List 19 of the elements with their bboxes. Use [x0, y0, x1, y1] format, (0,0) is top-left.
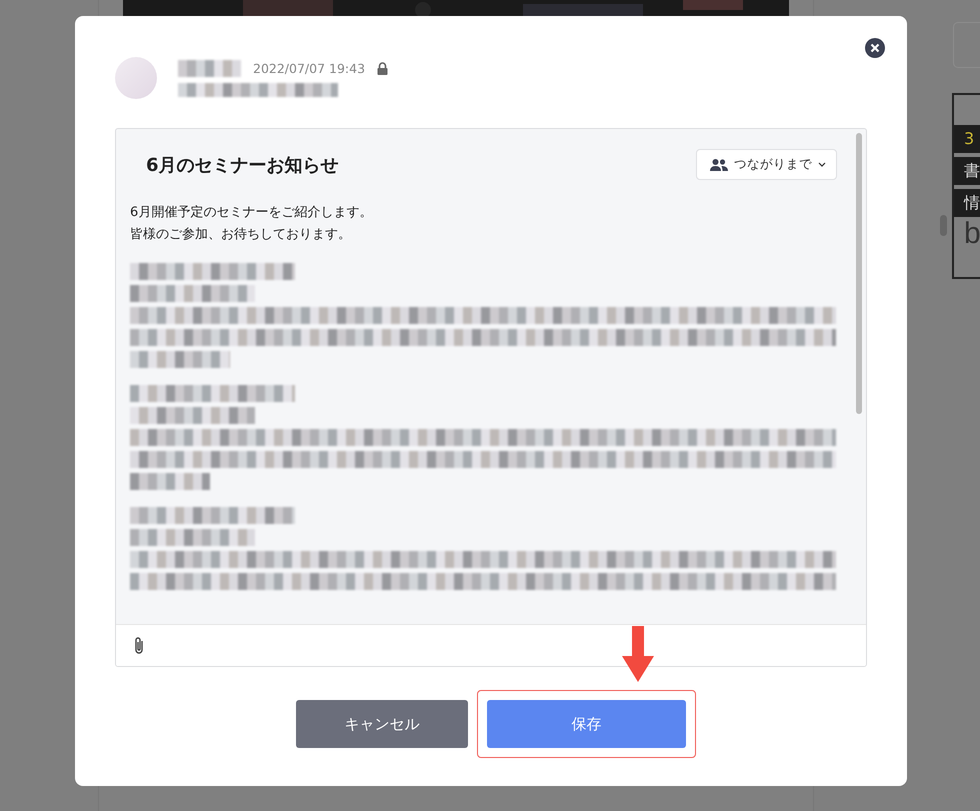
ad-text: 情 [954, 189, 980, 217]
people-icon [710, 158, 728, 170]
body-text: 6月開催予定のセミナーをご紹介します。 [130, 204, 374, 222]
scrollbar-thumb[interactable] [940, 215, 947, 236]
post-time: 2022/07/07 19:43 [253, 60, 366, 76]
post-title[interactable]: 6月のセミナーお知らせ [146, 152, 339, 176]
paperclip-icon[interactable] [133, 636, 145, 656]
cancel-button[interactable]: キャンセル [296, 700, 468, 748]
avatar [115, 57, 157, 99]
ad-logo: b [963, 217, 980, 251]
audience-dropdown[interactable]: つながりまで [696, 149, 837, 180]
body-text: 皆様のご参加、お待ちしております。 [130, 226, 352, 244]
ad-text: 書 [954, 157, 980, 185]
scrollbar-thumb[interactable] [856, 133, 862, 414]
ad-text: 3 [954, 125, 980, 153]
blurred-text [178, 60, 241, 76]
close-icon[interactable] [865, 38, 885, 58]
chevron-down-icon [818, 162, 826, 167]
down-arrow-icon [622, 626, 654, 682]
